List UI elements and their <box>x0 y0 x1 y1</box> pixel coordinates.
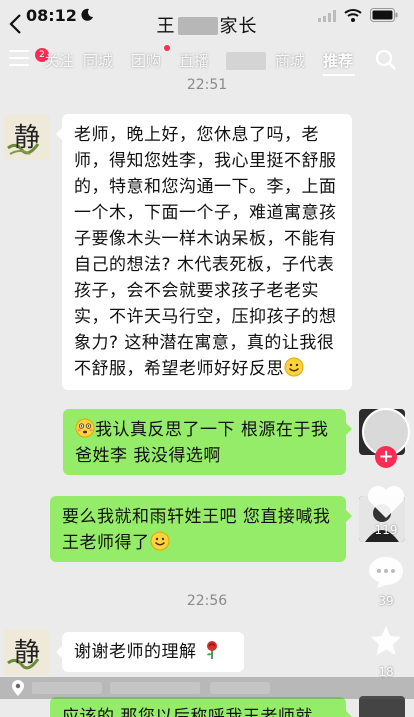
like-count: 119 <box>374 523 398 537</box>
timestamp: 22:56 <box>186 593 228 609</box>
heart-icon[interactable] <box>366 484 406 520</box>
redacted-name <box>177 17 218 35</box>
menu-icon[interactable]: 2 <box>9 48 49 66</box>
tab-live[interactable]: 直播 <box>179 50 209 71</box>
video-app-tab-bar: 2 关注 同城 团购 直播 商城 推荐 <box>0 44 414 76</box>
tab-following[interactable]: 关注 <box>44 50 74 71</box>
message-text: 应该的 那您以后称呼我王老师就 <box>62 707 313 717</box>
message-bubble-incoming[interactable]: 谢谢老师的理解 <box>56 632 244 672</box>
avatar-glyph: 静 <box>14 638 40 668</box>
calligraphy-avatar-icon: 静 <box>4 629 50 675</box>
smile-emoji-icon <box>284 357 304 377</box>
location-redacted <box>32 682 102 694</box>
message-text: 我认真反思了一下 根源在于我爸姓李 我没得选啊 <box>75 420 329 466</box>
location-redacted <box>210 682 270 694</box>
message-bubble-incoming[interactable]: 老师，晚上好，您休息了吗，老师，得知您姓李，我心里挺不舒服的，特意和您沟通一下。… <box>56 114 352 390</box>
message-bubble-outgoing[interactable]: 应该的 那您以后称呼我王老师就 <box>50 697 352 717</box>
search-icon[interactable] <box>375 49 397 71</box>
tab-notification-dot <box>164 45 170 51</box>
smile-emoji-icon <box>150 531 169 551</box>
flushed-emoji-icon <box>75 418 95 438</box>
avatar-glyph: 静 <box>14 123 40 153</box>
comment-icon[interactable] <box>367 555 405 589</box>
contact-avatar[interactable]: 静 <box>4 629 50 675</box>
location-redacted <box>110 682 200 694</box>
self-avatar[interactable] <box>359 696 405 717</box>
location-pin-icon <box>12 680 24 696</box>
tab-recommended[interactable]: 推荐 <box>323 50 353 71</box>
rose-emoji-icon <box>207 641 218 659</box>
chat-title-suffix: 家长 <box>219 16 258 37</box>
chat-title-prefix: 王 <box>156 16 176 37</box>
chat-header: 王 家长 <box>0 0 414 40</box>
tab-redacted <box>226 52 266 70</box>
timestamp: 22:51 <box>186 77 228 93</box>
tab-group-buy[interactable]: 团购 <box>131 50 161 71</box>
message-text: 要么我就和雨轩姓王吧 您直接喊我王老师得了 <box>62 507 331 553</box>
tab-mall[interactable]: 商城 <box>275 50 305 71</box>
message-bubble-outgoing[interactable]: 要么我就和雨轩姓王吧 您直接喊我王老师得了 <box>50 496 352 562</box>
message-bubble-outgoing[interactable]: 我认真反思了一下 根源在于我爸姓李 我没得选啊 <box>63 409 352 475</box>
comment-count: 39 <box>378 594 394 608</box>
location-bar[interactable] <box>0 677 414 699</box>
message-text: 谢谢老师的理解 <box>74 642 197 662</box>
chat-title: 王 家长 <box>0 12 414 38</box>
follow-plus-icon[interactable]: + <box>375 446 397 468</box>
favorite-star-icon[interactable] <box>368 624 404 658</box>
tab-local[interactable]: 同城 <box>83 50 113 71</box>
tab-active-underline <box>323 74 355 76</box>
contact-avatar[interactable]: 静 <box>4 114 50 160</box>
message-text: 老师，晚上好，您休息了吗，老师，得知您姓李，我心里挺不舒服的，特意和您沟通一下。… <box>74 125 337 379</box>
calligraphy-avatar-icon: 静 <box>4 114 50 160</box>
